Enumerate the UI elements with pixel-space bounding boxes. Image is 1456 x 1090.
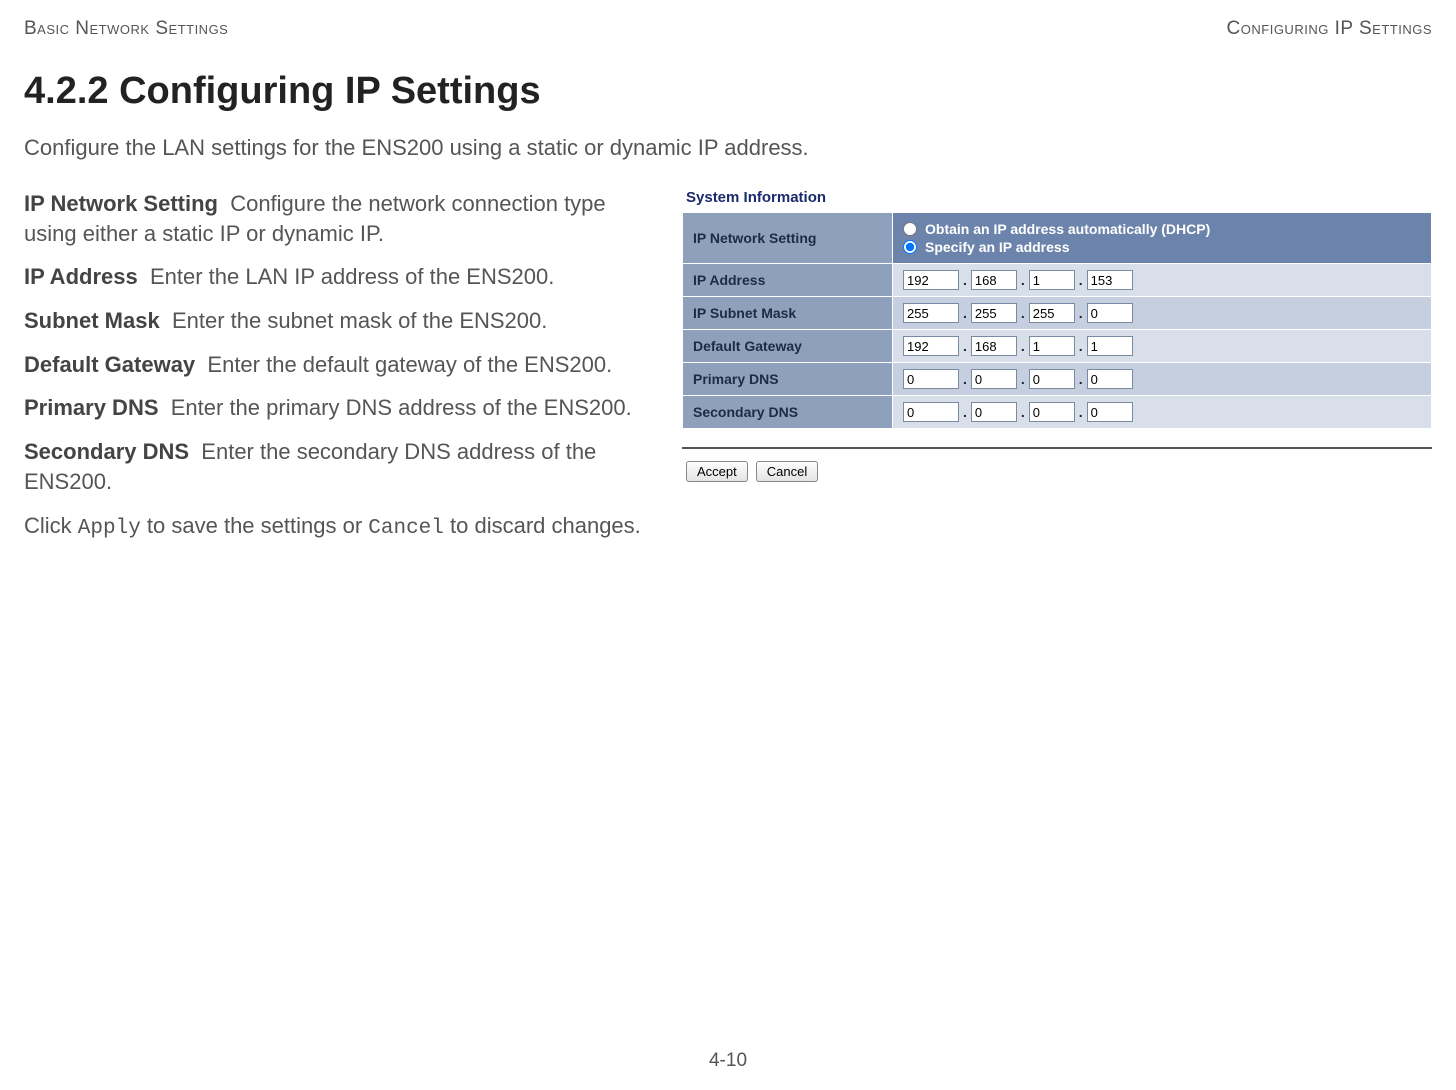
- subnet-octet-3[interactable]: [1029, 303, 1075, 323]
- label-secondary-dns: Secondary DNS: [683, 396, 893, 429]
- gateway-octet-3[interactable]: [1029, 336, 1075, 356]
- subnet-octet-1[interactable]: [903, 303, 959, 323]
- gateway-octet-1[interactable]: [903, 336, 959, 356]
- subnet-octet-2[interactable]: [971, 303, 1017, 323]
- page-footer: 4-10: [0, 1050, 1456, 1072]
- dot-icon: .: [1021, 305, 1025, 321]
- text-default-gateway: Enter the default gateway of the ENS200.: [207, 352, 612, 377]
- desc-default-gateway: Default Gateway Enter the default gatewa…: [24, 350, 664, 380]
- panel-title: System Information: [686, 189, 1432, 206]
- dot-icon: .: [963, 338, 967, 354]
- section-number: 4.2.2: [24, 70, 109, 112]
- term-ip-network-setting: IP Network Setting: [24, 191, 218, 216]
- section-title: Configuring IP Settings: [119, 70, 541, 112]
- intro-text: Configure the LAN settings for the ENS20…: [24, 135, 1432, 161]
- label-default-gateway: Default Gateway: [683, 330, 893, 363]
- term-default-gateway: Default Gateway: [24, 352, 195, 377]
- secondary-dns-octet-3[interactable]: [1029, 402, 1075, 422]
- row-default-gateway: Default Gateway . . .: [683, 330, 1432, 363]
- term-primary-dns: Primary DNS: [24, 395, 159, 420]
- ip-address-octet-1[interactable]: [903, 270, 959, 290]
- dot-icon: .: [1079, 371, 1083, 387]
- radio-static-label: Specify an IP address: [925, 239, 1069, 255]
- dot-icon: .: [1021, 272, 1025, 288]
- cancel-word: Cancel: [368, 517, 444, 540]
- label-primary-dns: Primary DNS: [683, 363, 893, 396]
- desc-primary-dns: Primary DNS Enter the primary DNS addres…: [24, 393, 664, 423]
- page-header: Basic Network Settings Configuring IP Se…: [24, 18, 1432, 40]
- cancel-button[interactable]: Cancel: [756, 461, 818, 482]
- ip-address-octet-3[interactable]: [1029, 270, 1075, 290]
- section-heading: 4.2.2 Configuring IP Settings: [24, 70, 1432, 113]
- primary-dns-octet-4[interactable]: [1087, 369, 1133, 389]
- dot-icon: .: [1021, 404, 1025, 420]
- dot-icon: .: [1079, 272, 1083, 288]
- desc-secondary-dns: Secondary DNS Enter the secondary DNS ad…: [24, 437, 664, 496]
- primary-dns-octet-2[interactable]: [971, 369, 1017, 389]
- desc-apply-cancel: Click Apply to save the settings or Canc…: [24, 511, 664, 543]
- apply-mid: to save the settings or: [141, 513, 368, 538]
- apply-prefix: Click: [24, 513, 78, 538]
- dot-icon: .: [963, 404, 967, 420]
- subnet-octets: . . .: [903, 303, 1421, 323]
- row-ip-subnet-mask: IP Subnet Mask . . .: [683, 297, 1432, 330]
- desc-ip-network-setting: IP Network Setting Configure the network…: [24, 189, 664, 248]
- radio-static[interactable]: [903, 240, 917, 254]
- dot-icon: .: [1079, 404, 1083, 420]
- dot-icon: .: [963, 272, 967, 288]
- secondary-dns-octet-2[interactable]: [971, 402, 1017, 422]
- dot-icon: .: [963, 305, 967, 321]
- term-secondary-dns: Secondary DNS: [24, 439, 189, 464]
- row-secondary-dns: Secondary DNS . . .: [683, 396, 1432, 429]
- dot-icon: .: [1021, 371, 1025, 387]
- row-ip-address: IP Address . . .: [683, 264, 1432, 297]
- term-subnet-mask: Subnet Mask: [24, 308, 160, 333]
- description-column: IP Network Setting Configure the network…: [24, 189, 664, 557]
- ip-address-octet-2[interactable]: [971, 270, 1017, 290]
- primary-dns-octet-3[interactable]: [1029, 369, 1075, 389]
- label-ip-network-setting: IP Network Setting: [683, 213, 893, 264]
- gateway-octet-4[interactable]: [1087, 336, 1133, 356]
- row-ip-network-setting: IP Network Setting Obtain an IP address …: [683, 213, 1432, 264]
- radio-dhcp-label: Obtain an IP address automatically (DHCP…: [925, 221, 1210, 237]
- primary-dns-octet-1[interactable]: [903, 369, 959, 389]
- gateway-octets: . . .: [903, 336, 1421, 356]
- ip-address-octet-4[interactable]: [1087, 270, 1133, 290]
- header-right: Configuring IP Settings: [1227, 18, 1432, 40]
- desc-ip-address: IP Address Enter the LAN IP address of t…: [24, 262, 664, 292]
- header-left: Basic Network Settings: [24, 18, 228, 40]
- settings-panel: System Information IP Network Setting Ob…: [682, 189, 1432, 482]
- system-info-table: IP Network Setting Obtain an IP address …: [682, 212, 1432, 429]
- secondary-dns-octet-1[interactable]: [903, 402, 959, 422]
- secondary-dns-octet-4[interactable]: [1087, 402, 1133, 422]
- apply-suffix: to discard changes.: [444, 513, 641, 538]
- subnet-octet-4[interactable]: [1087, 303, 1133, 323]
- label-ip-address-cell: IP Address: [683, 264, 893, 297]
- label-ip-subnet-mask: IP Subnet Mask: [683, 297, 893, 330]
- primary-dns-octets: . . .: [903, 369, 1421, 389]
- term-ip-address: IP Address: [24, 264, 138, 289]
- dot-icon: .: [963, 371, 967, 387]
- dot-icon: .: [1079, 305, 1083, 321]
- text-primary-dns: Enter the primary DNS address of the ENS…: [171, 395, 632, 420]
- desc-subnet-mask: Subnet Mask Enter the subnet mask of the…: [24, 306, 664, 336]
- ip-address-octets: . . .: [903, 270, 1421, 290]
- dot-icon: .: [1021, 338, 1025, 354]
- gateway-octet-2[interactable]: [971, 336, 1017, 356]
- secondary-dns-octets: . . .: [903, 402, 1421, 422]
- row-primary-dns: Primary DNS . . .: [683, 363, 1432, 396]
- text-ip-address: Enter the LAN IP address of the ENS200.: [150, 264, 554, 289]
- dot-icon: .: [1079, 338, 1083, 354]
- accept-button[interactable]: Accept: [686, 461, 748, 482]
- text-subnet-mask: Enter the subnet mask of the ENS200.: [172, 308, 547, 333]
- cell-ip-network-setting: Obtain an IP address automatically (DHCP…: [893, 213, 1432, 264]
- radio-dhcp[interactable]: [903, 222, 917, 236]
- divider: [682, 447, 1432, 449]
- apply-word: Apply: [78, 517, 141, 540]
